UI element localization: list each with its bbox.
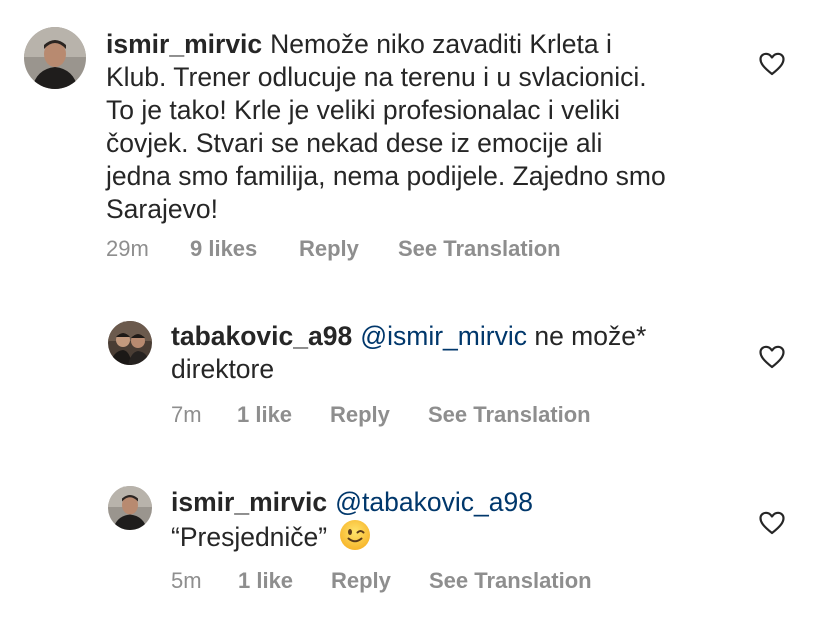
man-portrait-avatar-icon bbox=[108, 486, 152, 530]
like-button[interactable] bbox=[759, 52, 785, 81]
comment-line: Sarajevo! bbox=[106, 194, 218, 224]
comment-line: “Presjedniče” bbox=[171, 522, 328, 552]
see-translation-button[interactable]: See Translation bbox=[429, 568, 592, 594]
username[interactable]: tabakovic_a98 bbox=[171, 321, 352, 351]
comment: ismir_mirvic Nemože niko zavaditi Krleta … bbox=[0, 0, 828, 280]
comment-reply: ismir_mirvic @tabakovic_a98 “Presjedniče” bbox=[0, 466, 828, 616]
likes-count[interactable]: 1 like bbox=[237, 402, 292, 428]
comment-line: Nemože niko zavaditi Krleta i bbox=[270, 29, 612, 59]
like-button[interactable] bbox=[759, 511, 785, 540]
mention-link[interactable]: @ismir_mirvic bbox=[360, 321, 527, 351]
avatar[interactable] bbox=[108, 321, 152, 365]
timestamp: 5m bbox=[171, 568, 202, 593]
heart-outline-icon bbox=[759, 345, 785, 369]
username[interactable]: ismir_mirvic bbox=[171, 487, 327, 517]
comment-line: čovjek. Stvari se nekad dese iz emocije … bbox=[106, 128, 603, 158]
comment-text: tabakovic_a98 @ismir_mirvic ne može* dire… bbox=[171, 320, 731, 386]
avatar[interactable] bbox=[108, 486, 152, 530]
like-button[interactable] bbox=[759, 345, 785, 374]
comment-line: jedna smo familija, nema podijele. Zajed… bbox=[106, 161, 666, 191]
see-translation-button[interactable]: See Translation bbox=[428, 402, 591, 428]
comment-reply: tabakovic_a98 @ismir_mirvic ne može* dire… bbox=[0, 300, 828, 450]
reply-button[interactable]: Reply bbox=[330, 402, 390, 428]
likes-count[interactable]: 9 likes bbox=[190, 236, 257, 262]
reply-button[interactable]: Reply bbox=[299, 236, 359, 262]
comment-line: ne može* bbox=[534, 321, 647, 351]
comment-line: To je tako! Krle je veliki profesionalac… bbox=[106, 95, 621, 125]
comment-text: ismir_mirvic Nemože niko zavaditi Krleta … bbox=[106, 28, 746, 226]
mention-link[interactable]: @tabakovic_a98 bbox=[335, 487, 533, 517]
avatar[interactable] bbox=[24, 27, 86, 89]
comment-line: direktore bbox=[171, 354, 275, 384]
likes-count[interactable]: 1 like bbox=[238, 568, 293, 594]
two-people-avatar-icon bbox=[108, 321, 152, 365]
reply-button[interactable]: Reply bbox=[331, 568, 391, 594]
timestamp: 29m bbox=[106, 236, 149, 261]
username[interactable]: ismir_mirvic bbox=[106, 29, 262, 59]
comment-text: ismir_mirvic @tabakovic_a98 “Presjedniče” bbox=[171, 486, 731, 559]
winking-face-emoji-icon bbox=[339, 519, 371, 559]
timestamp: 7m bbox=[171, 402, 202, 427]
comment-line: Klub. Trener odlucuje na terenu i u svla… bbox=[106, 62, 647, 92]
heart-outline-icon bbox=[759, 52, 785, 76]
man-portrait-avatar-icon bbox=[24, 27, 86, 89]
heart-outline-icon bbox=[759, 511, 785, 535]
see-translation-button[interactable]: See Translation bbox=[398, 236, 561, 262]
